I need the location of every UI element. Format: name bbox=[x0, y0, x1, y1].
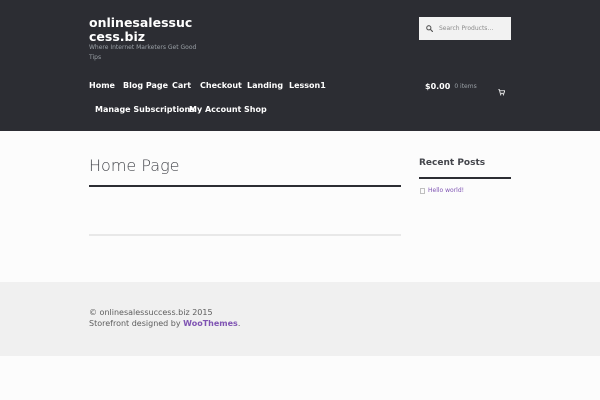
search-input[interactable] bbox=[439, 25, 509, 32]
recent-posts-title: Recent Posts bbox=[419, 158, 486, 168]
page-title: Home Page bbox=[89, 156, 180, 175]
product-search bbox=[419, 17, 511, 40]
page-bottom bbox=[0, 356, 600, 400]
nav-item-my-account[interactable]: My Account bbox=[189, 105, 241, 114]
nav-item-home[interactable]: Home bbox=[89, 81, 115, 90]
title-divider bbox=[89, 185, 401, 187]
footer-credit-prefix: Storefront designed by bbox=[89, 319, 181, 328]
site-description: Where Internet Marketers Get Good Tips bbox=[89, 44, 197, 61]
woothemes-link[interactable]: WooThemes bbox=[183, 319, 238, 328]
nav-item-landing[interactable]: Landing bbox=[247, 81, 283, 90]
cart-icon[interactable] bbox=[498, 81, 506, 100]
search-icon[interactable] bbox=[419, 25, 439, 32]
nav-item-shop[interactable]: Shop bbox=[244, 105, 267, 114]
footer-copyright: © onlinesalessuccess.biz 2015 bbox=[89, 308, 213, 317]
recent-post-item: Hello world! bbox=[419, 187, 464, 194]
cart-amount: $0.00 bbox=[425, 81, 451, 91]
nav-item-checkout[interactable]: Checkout bbox=[200, 81, 242, 90]
site-title[interactable]: onlinesalessuccess.biz bbox=[89, 16, 199, 44]
site-footer: © onlinesalessuccess.biz 2015 Storefront… bbox=[0, 282, 600, 356]
content-area bbox=[0, 131, 600, 282]
cart-item-count: 0 items bbox=[454, 82, 477, 90]
widget-divider bbox=[419, 177, 511, 179]
nav-item-manage-subscriptions[interactable]: Manage Subscriptions bbox=[95, 105, 195, 114]
nav-item-blog-page[interactable]: Blog Page bbox=[123, 81, 168, 90]
footer-credit: Storefront designed by WooThemes. bbox=[89, 319, 240, 328]
nav-item-cart[interactable]: Cart bbox=[172, 81, 191, 90]
content-divider bbox=[89, 234, 401, 236]
site-header: onlinesalessuccess.biz Where Internet Ma… bbox=[0, 0, 600, 131]
post-icon bbox=[419, 187, 425, 194]
header-cart[interactable]: $0.00 0 items bbox=[425, 80, 506, 96]
nav-item-lesson1[interactable]: Lesson1 bbox=[289, 81, 326, 90]
recent-post-link[interactable]: Hello world! bbox=[428, 187, 464, 194]
footer-credit-suffix: . bbox=[237, 319, 241, 328]
